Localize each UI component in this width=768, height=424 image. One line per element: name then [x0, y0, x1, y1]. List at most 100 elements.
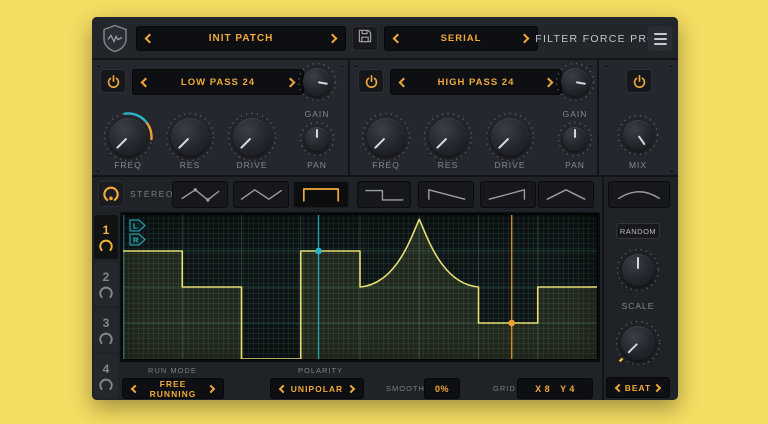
saw-down-icon	[428, 189, 466, 200]
wave-shape-button-pulse-top[interactable]	[293, 181, 349, 208]
sync-next-icon[interactable]	[652, 383, 662, 392]
filter1-drive-knob[interactable]	[226, 111, 278, 163]
filter2-type-selector[interactable]: HIGH PASS 24	[390, 69, 562, 95]
random-button-label: RANDOM	[619, 226, 657, 236]
pulse-top-icon	[302, 188, 340, 202]
filter1-res-knob[interactable]	[164, 111, 216, 163]
routing-selector[interactable]: SERIAL	[384, 26, 538, 51]
wave-shape-button-square[interactable]	[357, 181, 411, 208]
mix-label: MIX	[628, 160, 648, 170]
lfo-slot-4[interactable]: 4	[94, 354, 118, 398]
divider	[602, 177, 604, 400]
routing-next-icon[interactable]	[519, 33, 530, 44]
svg-text:L: L	[133, 221, 138, 230]
lfo-slot-2[interactable]: 2	[94, 262, 118, 306]
scale-knob[interactable]	[615, 247, 661, 293]
lfo-knob-icon	[99, 239, 113, 251]
slot-number: 3	[102, 316, 110, 330]
polarity-next-icon[interactable]	[346, 384, 356, 393]
stereo-label: STEREO	[130, 189, 174, 199]
slot-number: 1	[102, 223, 110, 237]
smooth-value-box[interactable]: 0%	[424, 378, 460, 399]
grid-y-value[interactable]: Y 4	[560, 384, 575, 394]
patch-selector[interactable]: INIT PATCH	[136, 26, 346, 51]
filter1-pan-label: PAN	[307, 160, 327, 170]
triangle-icon	[546, 189, 586, 200]
brand-logo-icon	[102, 24, 128, 53]
stereo-link-button[interactable]	[98, 181, 124, 207]
filter1-type-selector[interactable]: LOW PASS 24	[132, 69, 304, 95]
filter1-freq-knob[interactable]	[102, 111, 154, 163]
run-mode-value: FREE RUNNING	[149, 378, 197, 399]
sync-value: BEAT	[624, 382, 652, 393]
random-button[interactable]: RANDOM	[616, 223, 660, 239]
slot-number: 2	[102, 270, 110, 284]
power-icon	[365, 74, 377, 88]
filter2-type: HIGH PASS 24	[437, 76, 515, 88]
wave-shape-button-sine[interactable]	[608, 181, 670, 208]
filter2-pan-label: PAN	[565, 160, 585, 170]
filter2-power-button[interactable]	[358, 69, 384, 93]
patch-name: INIT PATCH	[208, 33, 274, 44]
wave-shape-button-triangle-zigzag[interactable]	[233, 181, 289, 208]
plugin-window: INIT PATCH SERIAL FILTER FORCE PRO LOW P…	[92, 17, 678, 400]
routing-mode: SERIAL	[440, 33, 482, 44]
polarity-value: UNIPOLAR	[290, 383, 344, 394]
run-mode-selector[interactable]: FREE RUNNING	[122, 378, 224, 399]
lfo-slot-1[interactable]: 1	[94, 215, 118, 259]
filter2-freq-knob[interactable]	[360, 111, 412, 163]
plugin-title: FILTER FORCE PRO	[535, 32, 657, 45]
grid-value-box[interactable]: X 8 Y 4	[517, 378, 593, 399]
smooth-label: SMOOTH	[386, 384, 425, 393]
lfo-slot-3[interactable]: 3	[94, 308, 118, 352]
smooth-value: 0%	[434, 383, 449, 394]
power-icon	[107, 74, 119, 88]
master-power-button[interactable]	[626, 69, 652, 93]
lfo-waveform-display[interactable]: L R	[120, 212, 600, 362]
sine-icon	[617, 191, 661, 200]
menu-button[interactable]	[648, 26, 672, 51]
grid-x-value[interactable]: X 8	[535, 384, 550, 394]
square-wave-icon	[365, 189, 404, 201]
filter2-next-icon[interactable]	[543, 77, 554, 87]
mix-knob[interactable]	[616, 113, 660, 157]
run-mode-next-icon[interactable]	[206, 384, 216, 393]
svg-text:R: R	[133, 235, 139, 244]
divider	[597, 60, 599, 175]
filter2-gain-knob[interactable]	[554, 61, 596, 103]
triangle-zigzag-icon	[240, 189, 283, 200]
wave-shape-button-triangle[interactable]	[538, 181, 594, 208]
filter1-pan-knob[interactable]	[298, 120, 336, 158]
slot-number: 4	[102, 362, 110, 376]
waveform-grid[interactable]: L R	[123, 215, 597, 359]
top-bar: INIT PATCH SERIAL FILTER FORCE PRO	[92, 17, 678, 60]
desktop-background: INIT PATCH SERIAL FILTER FORCE PRO LOW P…	[0, 0, 768, 424]
custom-wave-icon	[181, 188, 220, 202]
scale-label: SCALE	[621, 301, 655, 311]
filter1-power-button[interactable]	[100, 69, 126, 93]
sync-selector[interactable]: BEAT	[606, 377, 670, 398]
filter2-pan-knob[interactable]	[556, 120, 594, 158]
rate-knob[interactable]	[614, 319, 662, 367]
filter1-type: LOW PASS 24	[180, 76, 256, 88]
filter1-gain-label: GAIN	[304, 109, 330, 119]
save-icon	[357, 28, 373, 49]
channel-badge-right: R	[129, 233, 146, 251]
save-button[interactable]	[352, 26, 378, 51]
filter2-res-knob[interactable]	[422, 111, 474, 163]
power-icon	[633, 74, 645, 88]
stereo-knob-icon	[103, 186, 119, 201]
saw-up-icon	[488, 189, 526, 200]
divider	[348, 60, 350, 175]
filter2-gain-label: GAIN	[562, 109, 588, 119]
filter2-drive-knob[interactable]	[484, 111, 536, 163]
wave-shape-button-saw-down[interactable]	[418, 181, 474, 208]
grid-label: GRID	[493, 384, 516, 393]
wave-shape-button-custom[interactable]	[172, 181, 228, 208]
wave-shape-button-saw-up[interactable]	[480, 181, 536, 208]
hamburger-icon	[653, 32, 667, 45]
patch-next-icon[interactable]	[327, 33, 338, 44]
polarity-selector[interactable]: UNIPOLAR	[270, 378, 364, 399]
filter1-gain-knob[interactable]	[296, 61, 338, 103]
filter1-next-icon[interactable]	[285, 77, 296, 87]
